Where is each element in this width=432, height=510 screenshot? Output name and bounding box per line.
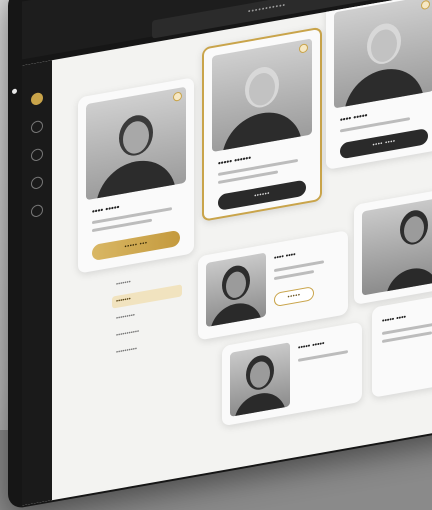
profile-action-button[interactable]: •••• •••• [340,127,428,160]
calendar-icon[interactable] [31,119,43,134]
list-avatar [206,252,266,328]
list-avatar [362,193,432,296]
user-icon[interactable] [31,91,43,106]
profile-name: •••• ••••• [92,202,120,217]
sidebar-rail [22,60,52,506]
list-card[interactable]: ••••• •••• [372,290,432,398]
close-dot-icon[interactable] [12,88,17,95]
list-detail-line [298,350,348,362]
list-card[interactable]: ••••• ••••• [222,321,362,427]
list-name: ••••• ••••• [298,340,325,352]
profile-card-featured[interactable]: ••••• •••••• •••••• [202,26,322,222]
list-detail-line [274,260,324,273]
profile-card[interactable]: •••• ••••• •••• •••• [326,0,432,170]
list-action-button[interactable]: ••••• [274,286,314,308]
profile-name: ••••• •••••• [218,153,252,168]
list-detail-line [274,270,314,281]
profile-name: •••• ••••• [340,110,368,125]
photo-shoulders [344,62,424,109]
list-card[interactable]: •••• •••• ••••• [198,230,348,341]
laptop-frame: ••••••••••• •••• ••• •• •••• • ••• • •••• • … [8,0,432,510]
photo-shoulders [234,388,286,417]
profile-action-button[interactable]: •••••• [218,179,306,211]
list-avatar [230,342,290,417]
list-card[interactable] [354,183,432,305]
bell-icon[interactable] [31,203,43,218]
list-name: ••••• •••• [382,313,407,326]
profile-photo [212,38,312,153]
photo-shoulders [96,154,176,201]
profile-photo [86,86,186,201]
photo-shoulders [222,106,302,153]
settings-icon[interactable] [31,175,43,190]
filter-list: ••••••• ••••••• ••••••••• ••••••••••• ••… [112,267,182,364]
profile-photo [334,0,432,109]
profile-card[interactable]: •••• ••••• ••••• ••• [78,77,194,274]
list-name: •••• •••• [274,251,296,263]
photo-shoulders [386,264,432,296]
profile-action-button[interactable]: ••••• ••• [92,229,180,262]
chat-icon[interactable] [31,147,43,162]
photo-shoulders [210,299,262,328]
